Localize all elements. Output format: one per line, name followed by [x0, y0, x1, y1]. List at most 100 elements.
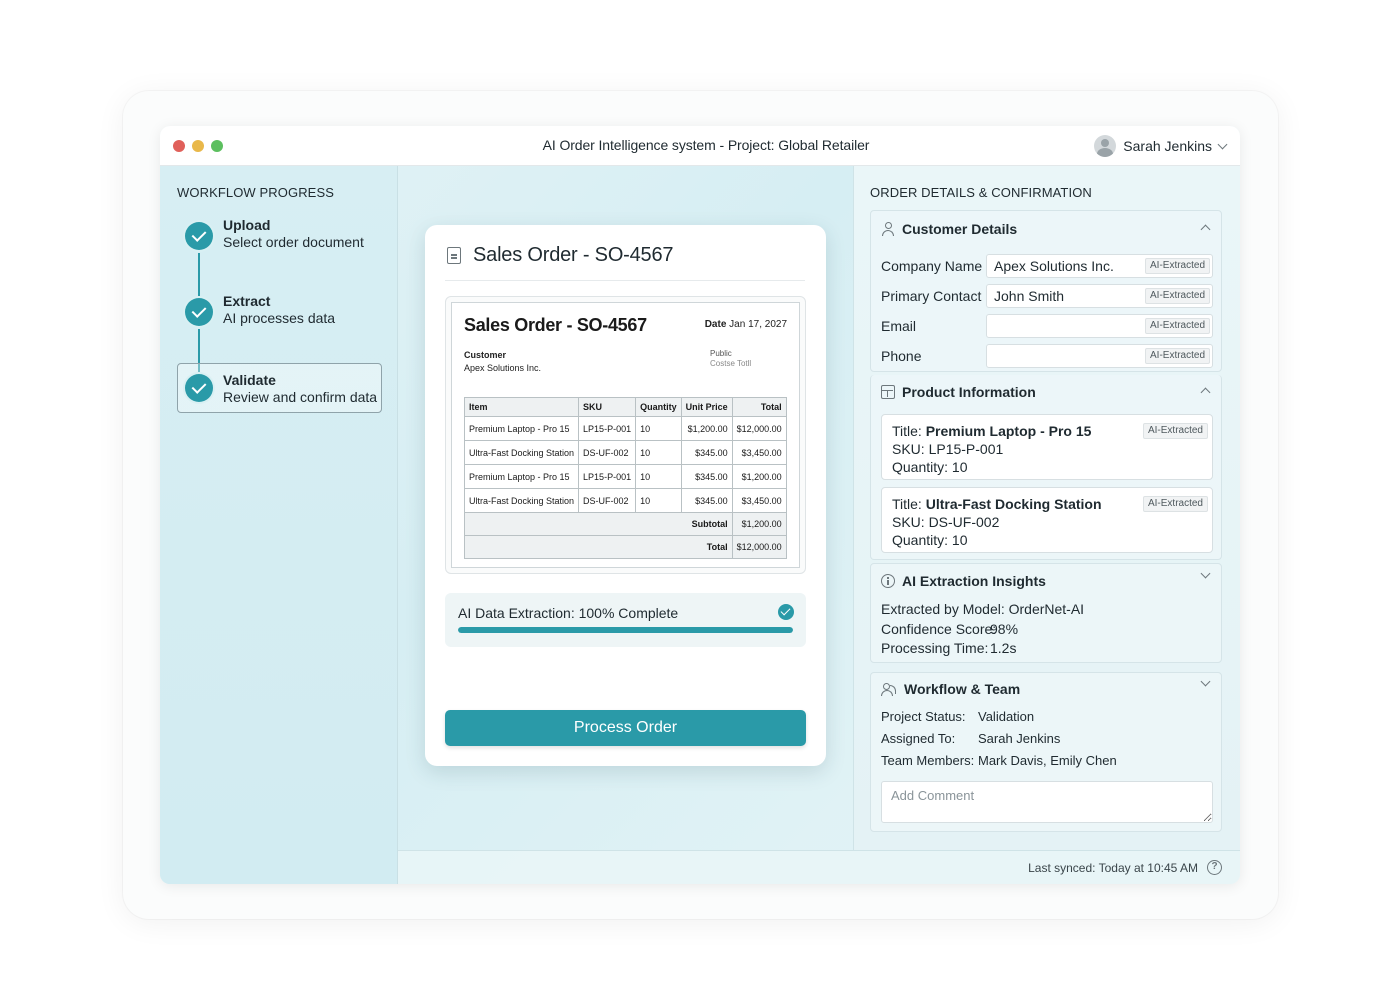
preview-customer-label: Customer — [464, 350, 507, 360]
table-row: Ultra-Fast Docking Station DS-UF-002 10 … — [463, 488, 787, 513]
preview-date-value: Jan 17, 2027 — [729, 319, 787, 330]
preview-stamp-text: Costse Totll — [710, 359, 752, 368]
processing-time-label: Processing Time: — [881, 640, 989, 656]
table-cell: $345.00 — [680, 440, 733, 465]
table-cell: 10 — [635, 416, 682, 441]
total-row: Total $12,000.00 — [464, 535, 787, 559]
help-icon[interactable]: ? — [1207, 860, 1222, 875]
product-title-label: Title: — [892, 423, 922, 439]
ai-extracted-badge: AI-Extracted — [1145, 318, 1211, 334]
table-cell: Ultra-Fast Docking Station — [463, 440, 580, 465]
product-sku: SKU: DS-UF-002 — [892, 514, 1000, 530]
panel-title: ORDER DETAILS & CONFIRMATION — [870, 185, 1092, 200]
check-circle-icon — [778, 604, 794, 620]
insight-processing-time: Processing Time: 1.2s — [881, 640, 1016, 656]
team-members: Team Members: Mark Davis, Emily Chen — [881, 753, 1117, 768]
product-card[interactable]: Title: Ultra-Fast Docking Station SKU: D… — [881, 487, 1213, 553]
subtotal-label: Subtotal — [464, 512, 733, 536]
column-header: Total — [731, 397, 787, 417]
field-phone: Phone AI-Extracted — [881, 344, 1213, 368]
document-title: Sales Order - SO-4567 — [473, 244, 674, 266]
team-members-label: Team Members: — [881, 753, 975, 768]
process-order-button[interactable]: Process Order — [445, 710, 806, 746]
table-cell: DS-UF-002 — [578, 488, 637, 513]
document-icon — [447, 247, 461, 264]
chevron-down-icon[interactable] — [1200, 568, 1211, 579]
preview-date-label: Date — [704, 319, 727, 330]
line-items-table: Item SKU Quantity Unit Price Total Premi… — [463, 397, 787, 559]
info-icon — [881, 574, 895, 588]
total-value: $12,000.00 — [731, 535, 787, 559]
team-icon — [881, 682, 897, 696]
section-header[interactable]: AI Extraction Insights — [881, 572, 1046, 590]
field-label: Email — [881, 318, 917, 334]
add-comment-input[interactable] — [881, 781, 1213, 823]
table-cell: $12,000.00 — [731, 416, 787, 441]
section-header[interactable]: Customer Details — [881, 220, 1017, 238]
chevron-down-icon[interactable] — [1200, 676, 1211, 687]
section-title: Product Information — [902, 384, 1036, 400]
product-sku: SKU: LP15-P-001 — [892, 441, 1004, 457]
app-window: AI Order Intelligence system - Project: … — [160, 126, 1240, 884]
table-cell: Premium Laptop - Pro 15 — [463, 416, 580, 441]
team-members-value: Mark Davis, Emily Chen — [978, 753, 1117, 768]
confidence-label: Confidence Score: — [881, 621, 997, 637]
document-preview[interactable]: Sales Order - SO-4567 Date Jan 17, 2027 … — [445, 296, 806, 574]
ai-extracted-badge: AI-Extracted — [1145, 288, 1211, 304]
field-label: Company Name — [881, 258, 983, 274]
field-label: Phone — [881, 348, 922, 364]
assigned-to-label: Assigned To: — [881, 731, 956, 746]
assigned-to-value: Sarah Jenkins — [978, 731, 1061, 746]
ai-extracted-badge: AI-Extracted — [1142, 496, 1208, 512]
confidence-value: 98% — [990, 621, 1019, 637]
product-title: Title: Ultra-Fast Docking Station — [892, 496, 1102, 512]
subtotal-value: $1,200.00 — [731, 512, 787, 536]
field-company-name: Company Name AI-Extracted — [881, 254, 1213, 278]
title-bar: AI Order Intelligence system - Project: … — [160, 126, 1240, 166]
chevron-up-icon[interactable] — [1200, 224, 1211, 235]
order-details-panel: ORDER DETAILS & CONFIRMATION Customer De… — [853, 166, 1240, 851]
check-icon — [185, 374, 213, 402]
step-validate[interactable]: Validate Review and confirm data — [177, 363, 382, 413]
user-name: Sarah Jenkins — [1123, 138, 1212, 154]
progress-fill — [458, 627, 793, 633]
user-menu[interactable]: Sarah Jenkins — [1094, 134, 1228, 158]
project-status: Project Status: Validation — [881, 709, 1034, 724]
section-header[interactable]: Product Information — [881, 383, 1036, 401]
step-title: Validate — [223, 372, 276, 388]
ai-insights-section: AI Extraction Insights Extracted by Mode… — [870, 563, 1222, 663]
table-cell: $1,200.00 — [731, 464, 787, 489]
subtotal-row: Subtotal $1,200.00 — [464, 512, 787, 536]
table-cell: $3,450.00 — [731, 440, 787, 465]
table-cell: 10 — [635, 488, 682, 513]
preview-stamp-text: Public — [710, 349, 732, 358]
table-cell: 10 — [635, 440, 682, 465]
avatar — [1094, 135, 1117, 157]
step-extract[interactable]: Extract AI processes data — [177, 288, 382, 338]
assigned-to: Assigned To: Sarah Jenkins — [881, 731, 1060, 746]
field-primary-contact: Primary Contact AI-Extracted — [881, 284, 1213, 308]
product-title-value: Ultra-Fast Docking Station — [925, 496, 1102, 512]
column-header: Quantity — [635, 397, 682, 417]
ai-extracted-badge: AI-Extracted — [1145, 258, 1211, 274]
product-card[interactable]: Title: Premium Laptop - Pro 15 SKU: LP15… — [881, 414, 1213, 480]
document-card: Sales Order - SO-4567 Sales Order - SO-4… — [425, 225, 826, 766]
step-upload[interactable]: Upload Select order document — [177, 212, 382, 262]
table-row: Ultra-Fast Docking Station DS-UF-002 10 … — [463, 440, 787, 465]
section-header[interactable]: Workflow & Team — [881, 680, 1020, 698]
user-icon — [881, 222, 895, 236]
window-title: AI Order Intelligence system - Project: … — [542, 137, 870, 153]
package-icon — [881, 385, 895, 399]
section-title: Workflow & Team — [904, 681, 1021, 697]
document-page: Sales Order - SO-4567 Date Jan 17, 2027 … — [451, 302, 800, 568]
table-cell: $1,200.00 — [680, 416, 733, 441]
product-quantity: Quantity: 10 — [892, 532, 968, 548]
column-header: Item — [463, 397, 580, 417]
table-cell: LP15-P-001 — [578, 464, 637, 489]
table-cell: $345.00 — [680, 464, 733, 489]
product-title-label: Title: — [892, 496, 922, 512]
sidebar-title: WORKFLOW PROGRESS — [177, 185, 334, 200]
total-label: Total — [464, 535, 733, 559]
chevron-up-icon[interactable] — [1200, 387, 1211, 398]
table-cell: 10 — [635, 464, 682, 489]
